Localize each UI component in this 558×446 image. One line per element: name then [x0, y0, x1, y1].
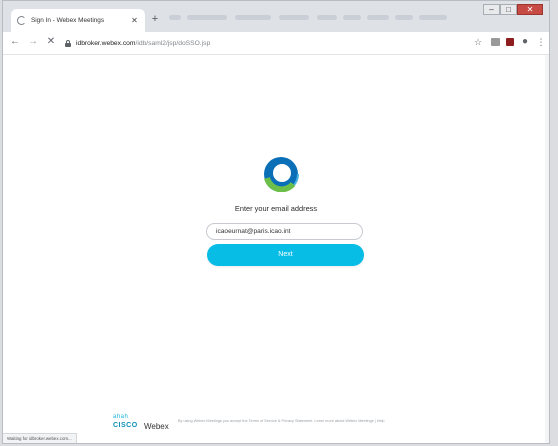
close-icon[interactable]: ✕ [130, 16, 139, 25]
extension-pdf-icon[interactable] [506, 38, 514, 46]
cisco-wordmark: CISCO [113, 422, 138, 429]
blurred-tab [395, 15, 413, 20]
blurred-tab [169, 15, 181, 20]
legal-links[interactable]: By using Webex Meetings you accept the T… [178, 419, 385, 423]
window-close-icon[interactable]: ✕ [517, 4, 543, 15]
status-bar: Waiting for idbroker.webex.com... [3, 433, 77, 443]
scrollbar-track[interactable] [545, 55, 549, 443]
menu-icon[interactable]: ⋮ [536, 37, 546, 47]
account-icon[interactable]: ● [520, 37, 530, 47]
cisco-bars-icon: ahah [113, 414, 129, 420]
blurred-tab [343, 15, 361, 20]
url-text: idbroker.webex.com/idb/saml2/jsp/doSSO.j… [76, 39, 211, 47]
blurred-tab [187, 15, 227, 20]
stop-icon[interactable]: ✕ [45, 36, 57, 48]
maximize-icon[interactable]: □ [500, 4, 517, 15]
next-button[interactable]: Next [207, 244, 364, 266]
window-controls: – □ ✕ [483, 4, 543, 15]
new-tab-icon[interactable]: + [149, 14, 161, 26]
extension-image-icon[interactable] [491, 38, 500, 46]
email-field[interactable]: icaoeurnat@paris.icao.int [206, 223, 363, 240]
forward-icon[interactable]: → [27, 36, 39, 48]
tab-webex-signin[interactable]: Sign In - Webex Meetings ✕ [11, 9, 145, 32]
blurred-tab [235, 15, 271, 20]
browser-toolbar: ← → ✕ idbroker.webex.com/idb/saml2/jsp/d… [3, 32, 549, 55]
blurred-tab [419, 15, 447, 20]
reload-spinner-icon [17, 16, 26, 25]
blurred-tab [367, 15, 389, 20]
lock-icon [65, 39, 71, 47]
star-icon[interactable]: ☆ [473, 37, 483, 47]
address-bar[interactable]: idbroker.webex.com/idb/saml2/jsp/doSSO.j… [65, 36, 467, 50]
email-prompt: Enter your email address [234, 204, 318, 213]
back-icon[interactable]: ← [9, 36, 21, 48]
tab-strip: Sign In - Webex Meetings ✕ + – □ ✕ [3, 1, 549, 32]
cisco-webex-logo: ahah CISCO Webex [113, 414, 173, 436]
minimize-icon[interactable]: – [483, 4, 500, 15]
tab-title: Sign In - Webex Meetings [31, 17, 105, 24]
webex-logo-icon [263, 156, 299, 192]
blurred-tab [279, 15, 309, 20]
browser-window: Sign In - Webex Meetings ✕ + – □ ✕ ← → ✕… [2, 0, 550, 444]
webex-wordmark: Webex [144, 422, 169, 431]
blurred-tab [317, 15, 337, 20]
